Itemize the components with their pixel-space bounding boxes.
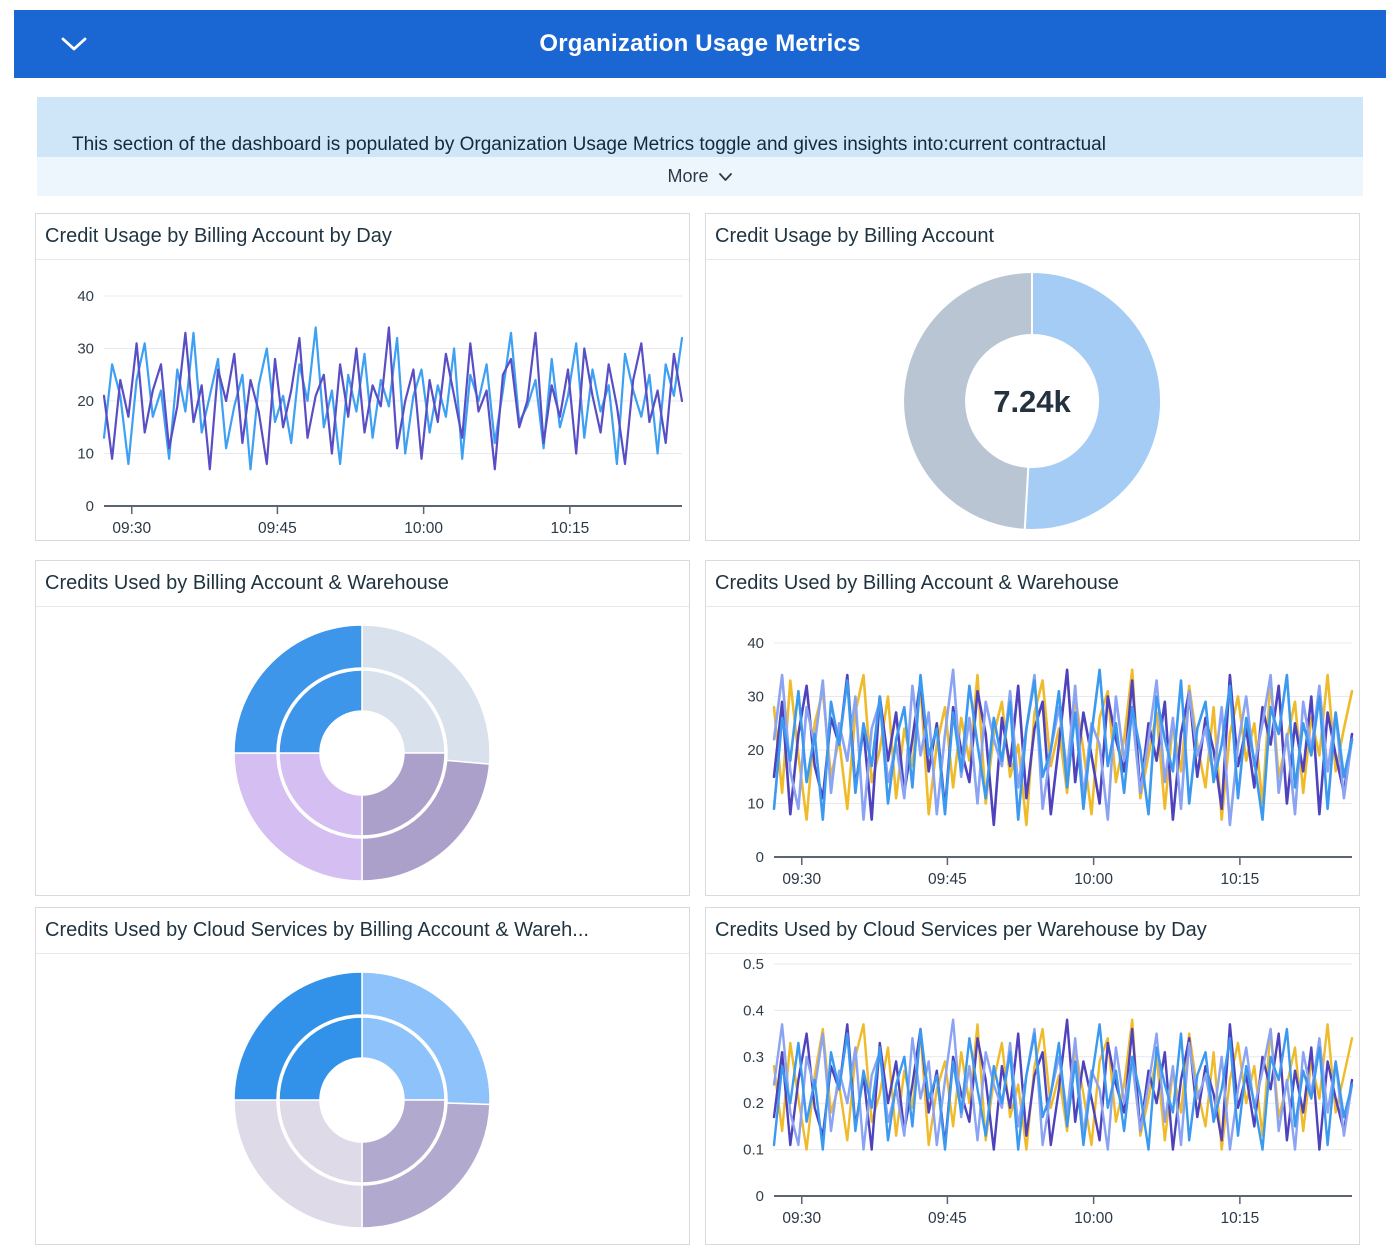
- svg-text:40: 40: [77, 288, 94, 305]
- svg-text:40: 40: [747, 635, 764, 652]
- chevron-down-icon: [60, 36, 88, 52]
- svg-text:10:15: 10:15: [1220, 871, 1259, 888]
- section-header: Organization Usage Metrics: [14, 10, 1386, 78]
- description-banner: This section of the dashboard is populat…: [37, 97, 1363, 196]
- svg-text:10:15: 10:15: [550, 520, 589, 537]
- more-button[interactable]: More: [37, 157, 1363, 196]
- svg-text:0: 0: [756, 1188, 764, 1205]
- svg-text:10:00: 10:00: [1074, 1210, 1113, 1227]
- description-text: This section of the dashboard is populat…: [37, 97, 1363, 157]
- sunburst-chart-canvas: [36, 607, 689, 902]
- svg-text:09:30: 09:30: [782, 1210, 821, 1227]
- svg-text:10:00: 10:00: [404, 520, 443, 537]
- svg-text:0: 0: [756, 849, 764, 866]
- svg-text:09:45: 09:45: [258, 520, 297, 537]
- collapse-section-button[interactable]: [54, 30, 94, 58]
- line-chart-canvas: 0 10 20 30 40 09:30 09:45 10:00 10:15: [36, 260, 689, 547]
- line-chart-canvas: 0 10 20 30 40 09:30 09:45 10:00 10:15: [706, 607, 1359, 902]
- svg-text:10: 10: [77, 446, 94, 463]
- svg-text:0.3: 0.3: [743, 1049, 764, 1066]
- panel-title: Credits Used by Billing Account & Wareho…: [36, 561, 689, 607]
- chevron-down-icon: [718, 172, 733, 182]
- svg-text:20: 20: [77, 393, 94, 410]
- panel-title: Credits Used by Cloud Services per Wareh…: [706, 908, 1359, 954]
- svg-text:20: 20: [747, 742, 764, 759]
- svg-text:09:45: 09:45: [928, 871, 967, 888]
- panel-title: Credit Usage by Billing Account: [706, 214, 1359, 260]
- chart-panel: Credits Used by Cloud Services per Wareh…: [705, 907, 1360, 1245]
- svg-text:7.24k: 7.24k: [993, 384, 1071, 419]
- svg-text:10: 10: [747, 796, 764, 813]
- line-chart-canvas: 0 0.1 0.2 0.3 0.4 0.5 09:30 09:45 10:00 10:15: [706, 954, 1359, 1251]
- svg-text:30: 30: [747, 689, 764, 706]
- svg-text:0.1: 0.1: [743, 1142, 764, 1159]
- more-label: More: [667, 166, 708, 187]
- panel-title: Credit Usage by Billing Account by Day: [36, 214, 689, 260]
- panel-title: Credits Used by Billing Account & Wareho…: [706, 561, 1359, 607]
- svg-text:0: 0: [86, 498, 94, 515]
- svg-text:09:45: 09:45: [928, 1210, 967, 1227]
- chart-panel: Credits Used by Cloud Services by Billin…: [35, 907, 690, 1245]
- svg-text:0.5: 0.5: [743, 956, 764, 973]
- svg-text:0.2: 0.2: [743, 1095, 764, 1112]
- svg-text:0.4: 0.4: [743, 1002, 764, 1019]
- sunburst-chart-canvas: [36, 954, 689, 1251]
- panel-title: Credits Used by Cloud Services by Billin…: [36, 908, 689, 954]
- svg-text:09:30: 09:30: [112, 520, 151, 537]
- donut-chart-canvas: 7.24k: [706, 260, 1359, 547]
- section-title: Organization Usage Metrics: [539, 30, 860, 58]
- chart-panel: Credit Usage by Billing Account 7.24k: [705, 213, 1360, 541]
- svg-text:30: 30: [77, 341, 94, 358]
- chart-panel: Credit Usage by Billing Account by Day 0…: [35, 213, 690, 541]
- svg-text:09:30: 09:30: [782, 871, 821, 888]
- chart-panel: Credits Used by Billing Account & Wareho…: [35, 560, 690, 896]
- svg-text:10:15: 10:15: [1220, 1210, 1259, 1227]
- chart-panel: Credits Used by Billing Account & Wareho…: [705, 560, 1360, 896]
- svg-text:10:00: 10:00: [1074, 871, 1113, 888]
